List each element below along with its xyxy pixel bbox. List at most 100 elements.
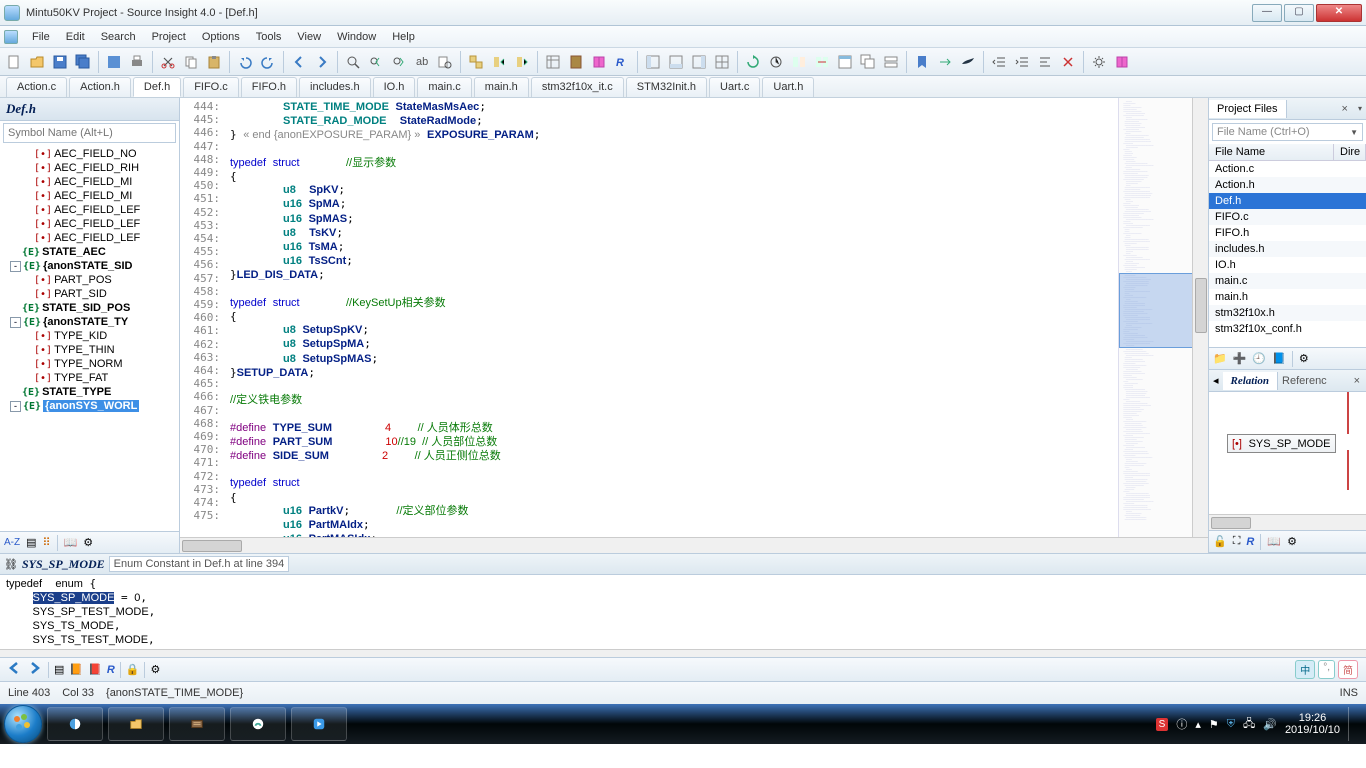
file-tab[interactable]: FIFO.c — [183, 77, 239, 97]
find-prev-icon[interactable] — [366, 51, 386, 73]
gear-icon[interactable]: ⚙ — [83, 536, 93, 549]
file-tab[interactable]: STM32Init.h — [626, 77, 707, 97]
save-icon[interactable] — [50, 51, 70, 73]
project-files-close-icon[interactable]: × — [1336, 103, 1354, 115]
tray-volume-icon[interactable]: 🔊 — [1263, 718, 1277, 731]
ime-indicator-punct[interactable]: °, — [1318, 660, 1335, 679]
indent-right-icon[interactable] — [1012, 51, 1032, 73]
search-files-icon[interactable] — [435, 51, 455, 73]
file-tab[interactable]: includes.h — [299, 77, 371, 97]
compare-icon[interactable] — [789, 51, 809, 73]
panel2-icon[interactable] — [666, 51, 686, 73]
nav-back-icon[interactable] — [6, 660, 22, 679]
relation-h-scrollbar[interactable] — [1209, 514, 1366, 530]
task-app-2[interactable] — [169, 707, 225, 741]
code-v-scrollbar[interactable] — [1192, 98, 1208, 537]
tray-ime-icon[interactable]: S — [1156, 718, 1169, 731]
project-file-row[interactable]: IO.h — [1209, 257, 1366, 273]
tree-row[interactable]: [•] PART_SID — [4, 287, 179, 301]
relation-node[interactable]: [•] SYS_SP_MODE — [1227, 434, 1336, 453]
task-explorer[interactable] — [108, 707, 164, 741]
nav-outline-icon[interactable]: ▤ — [54, 663, 64, 676]
settings-icon[interactable] — [1089, 51, 1109, 73]
reload-icon[interactable] — [743, 51, 763, 73]
chevron-down-icon[interactable]: ▾ — [1354, 104, 1366, 113]
project-file-row[interactable]: includes.h — [1209, 241, 1366, 257]
tree-row[interactable]: [•] AEC_FIELD_LEF — [4, 203, 179, 217]
tree-row[interactable]: [•] TYPE_NORM — [4, 357, 179, 371]
relation-view[interactable]: [•] SYS_SP_MODE — [1209, 392, 1366, 514]
tree-row[interactable]: [•] PART_POS — [4, 273, 179, 287]
ime-indicator-simp[interactable]: 简 — [1338, 660, 1358, 679]
relation-close-icon[interactable]: × — [1348, 375, 1366, 387]
project-file-row[interactable]: FIFO.h — [1209, 225, 1366, 241]
close-button[interactable]: ✕ — [1316, 4, 1362, 22]
gear-icon[interactable]: ⚙ — [1287, 535, 1297, 548]
menu-edit[interactable]: Edit — [58, 29, 93, 45]
help-icon[interactable] — [1112, 51, 1132, 73]
file-tab[interactable]: Def.h — [133, 77, 181, 97]
diff-icon[interactable] — [812, 51, 832, 73]
project-file-row[interactable]: main.c — [1209, 273, 1366, 289]
tray-shield-icon[interactable]: ⛨ — [1227, 718, 1235, 731]
code-h-scrollbar[interactable] — [180, 537, 1208, 553]
nav-lock-icon[interactable]: 🔒 — [126, 663, 140, 676]
references-tab[interactable]: Referenc — [1278, 372, 1331, 390]
file-tab[interactable]: stm32f10x_it.c — [531, 77, 624, 97]
lock-icon[interactable]: 🔓 — [1213, 535, 1227, 548]
menu-file[interactable]: File — [24, 29, 58, 45]
book-icon-3[interactable]: 📘 — [1272, 352, 1286, 365]
paste-icon[interactable] — [204, 51, 224, 73]
menu-options[interactable]: Options — [194, 29, 248, 45]
context-h-scrollbar[interactable] — [0, 649, 1366, 657]
clock-icon[interactable]: 🕘 — [1252, 352, 1266, 365]
cut-icon[interactable] — [158, 51, 178, 73]
nav-gear-icon[interactable]: ⚙ — [150, 663, 160, 676]
save-disk-icon[interactable] — [104, 51, 124, 73]
menu-search[interactable]: Search — [93, 29, 144, 45]
file-tab[interactable]: main.h — [474, 77, 529, 97]
find-next-icon[interactable] — [389, 51, 409, 73]
file-tab[interactable]: main.c — [417, 77, 471, 97]
lookup-refs-icon[interactable] — [466, 51, 486, 73]
menu-window[interactable]: Window — [329, 29, 384, 45]
panel4-icon[interactable] — [712, 51, 732, 73]
bookmark-icon[interactable] — [912, 51, 932, 73]
tree-row[interactable]: {E} STATE_TYPE — [4, 385, 179, 399]
back-icon[interactable] — [289, 51, 309, 73]
symbol-tree[interactable]: [•] AEC_FIELD_NO[•] AEC_FIELD_RIH[•] AEC… — [0, 145, 179, 531]
format-icon[interactable] — [1035, 51, 1055, 73]
project-file-row[interactable]: Action.c — [1209, 161, 1366, 177]
project-file-row[interactable]: main.h — [1209, 289, 1366, 305]
task-app-4[interactable] — [291, 707, 347, 741]
nav-script-R-icon[interactable]: R — [107, 664, 115, 676]
tree-row[interactable]: -{E} {anonSTATE_SID — [4, 259, 179, 273]
task-app-1[interactable] — [47, 707, 103, 741]
menu-project[interactable]: Project — [144, 29, 194, 45]
find-icon[interactable] — [343, 51, 363, 73]
save-all-icon[interactable] — [73, 51, 93, 73]
panel3-icon[interactable] — [689, 51, 709, 73]
tree-row[interactable]: [•] AEC_FIELD_MI — [4, 175, 179, 189]
tray-up-icon[interactable]: ▴ — [1195, 718, 1201, 731]
folder-icon[interactable]: 📁 — [1213, 352, 1227, 365]
replace-icon[interactable]: ab — [412, 51, 432, 73]
column-name[interactable]: File Name — [1209, 144, 1334, 160]
tree-row[interactable]: [•] TYPE_THIN — [4, 343, 179, 357]
script-R-icon[interactable]: R — [612, 51, 632, 73]
dictionary-icon[interactable] — [566, 51, 586, 73]
tree-row[interactable]: [•] TYPE_FAT — [4, 371, 179, 385]
outline-icon[interactable]: ▤ — [26, 536, 36, 549]
close-tab-icon[interactable] — [1058, 51, 1078, 73]
open-icon[interactable] — [27, 51, 47, 73]
system-tray[interactable]: S ⓘ ▴ ⚑ ⛨ 🖧 🔊 19:262019/10/10 — [1156, 707, 1362, 741]
bird-icon[interactable] — [958, 51, 978, 73]
start-button[interactable] — [4, 705, 42, 743]
chevron-down-icon[interactable]: ▼ — [1350, 128, 1358, 137]
file-tab[interactable]: Uart.h — [762, 77, 814, 97]
book-icon[interactable] — [589, 51, 609, 73]
file-tab[interactable]: FIFO.h — [241, 77, 297, 97]
project-file-filter-input[interactable]: File Name (Ctrl+O) ▼ — [1212, 123, 1363, 141]
indent-left-icon[interactable] — [989, 51, 1009, 73]
code-area[interactable]: STATE_TIME_MODE StateMasMsAec; STATE_RAD… — [226, 98, 1118, 537]
